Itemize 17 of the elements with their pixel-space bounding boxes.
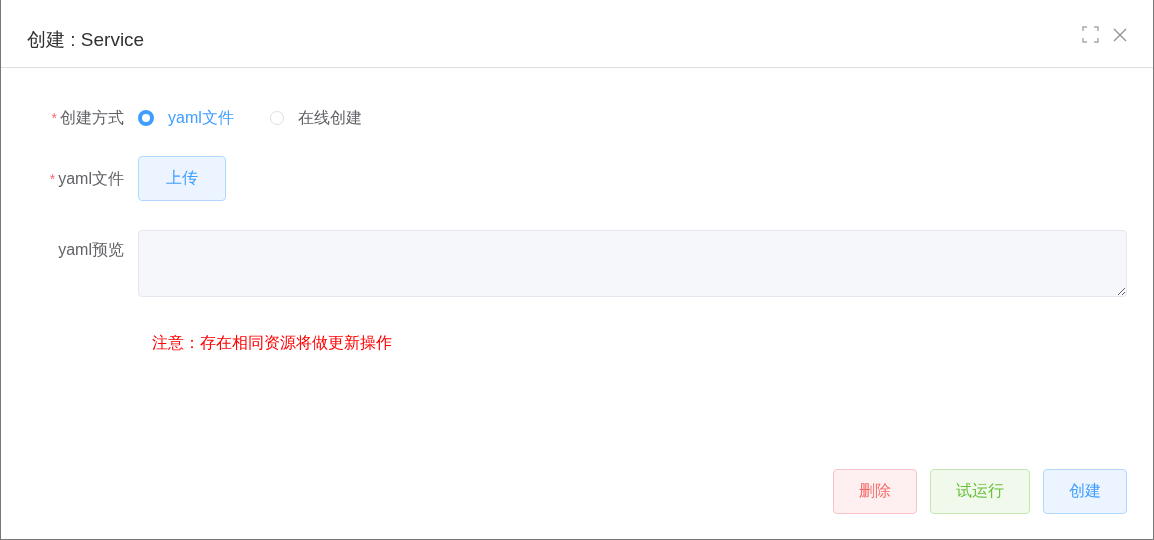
field-label: yaml预览 <box>58 240 124 260</box>
warning-note: 注意：存在相同资源将做更新操作 <box>152 333 393 353</box>
close-icon[interactable] <box>1113 27 1127 42</box>
field-label: yaml文件 <box>58 169 124 189</box>
fullscreen-icon[interactable] <box>1082 26 1099 43</box>
radio-circle[interactable] <box>138 110 154 126</box>
upload-button[interactable]: 上传 <box>138 156 226 201</box>
radio-option[interactable]: 在线创建 <box>269 107 362 129</box>
danger-button[interactable]: 删除 <box>833 469 917 514</box>
field-label: 创建方式 <box>60 108 124 128</box>
success-button[interactable]: 试运行 <box>930 469 1030 514</box>
dialog-title: 创建 : Service <box>27 27 146 52</box>
required-mark: * <box>51 109 57 128</box>
yaml-preview-field[interactable] <box>138 230 1127 297</box>
primary-button[interactable]: 创建 <box>1043 469 1127 514</box>
radio-option[interactable]: yaml文件 <box>138 107 234 129</box>
required-mark: * <box>49 170 56 189</box>
